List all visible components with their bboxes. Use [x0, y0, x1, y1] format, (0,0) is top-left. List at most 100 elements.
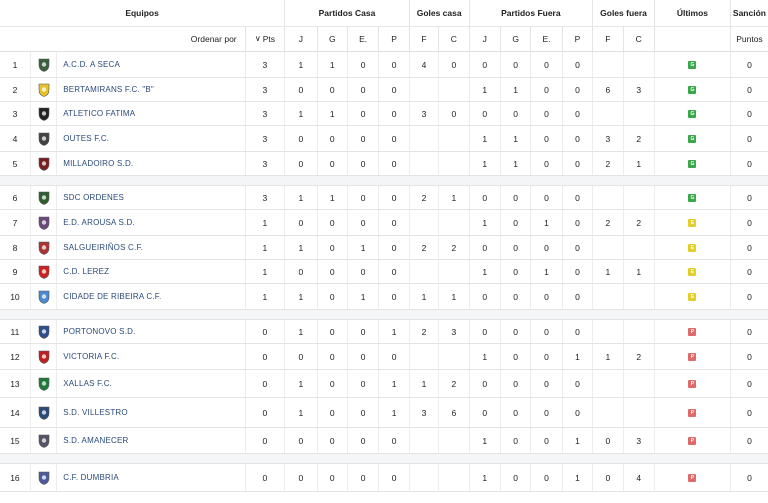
col-away-g[interactable]: G	[499, 26, 531, 52]
crest-cell[interactable]	[29, 427, 57, 454]
team-name-cell[interactable]: E.D. AROUSA S.D.	[56, 209, 246, 236]
crest-cell[interactable]	[29, 185, 57, 210]
col-away-p[interactable]: P	[561, 26, 593, 52]
sort-by-label: Ordenar por	[0, 26, 246, 52]
crest-cell[interactable]	[29, 101, 57, 126]
result-badge[interactable]: G	[688, 61, 697, 70]
col-puntos[interactable]: Puntos	[729, 26, 768, 52]
col-away-e[interactable]: E.	[530, 26, 563, 52]
crest-cell[interactable]	[29, 463, 57, 492]
crest-cell[interactable]	[29, 125, 57, 152]
team-name-link[interactable]: C.D. LEREZ	[63, 267, 109, 276]
team-name-cell[interactable]: MILLADOIRO S.D.	[56, 151, 246, 176]
result-badge[interactable]: P	[688, 409, 697, 418]
stat-hg: 1	[316, 101, 348, 126]
team-name-cell[interactable]: SALGUEIRIÑOS C.F.	[56, 235, 246, 260]
result-badge[interactable]: P	[688, 380, 697, 389]
crest-cell[interactable]	[29, 77, 57, 102]
result-badge[interactable]: E	[688, 293, 697, 302]
team-name-cell[interactable]: BERTAMIRANS F.C. "B"	[56, 77, 246, 102]
position-cell: 16	[0, 463, 31, 492]
sanction-cell: 0	[729, 259, 768, 284]
team-name-link[interactable]: ATLETICO FATIMA	[63, 109, 135, 118]
col-home-p[interactable]: P	[378, 26, 410, 52]
result-badge[interactable]: P	[688, 437, 697, 446]
team-name-link[interactable]: XALLAS F.C.	[63, 379, 112, 388]
table-row: 5 MILLADOIRO S.D. 3 0 0 0 0 1 1 0 0 2 1 G 0	[0, 151, 768, 176]
team-name-link[interactable]: OUTES F.C.	[63, 134, 109, 143]
team-name-cell[interactable]: S.D. VILLESTRO	[56, 397, 246, 428]
col-away-c[interactable]: C	[622, 26, 655, 52]
result-badge[interactable]: E	[688, 219, 697, 228]
team-name-cell[interactable]: VICTORIA F.C.	[56, 343, 246, 370]
stat-ac	[622, 101, 655, 126]
team-name-link[interactable]: VICTORIA F.C.	[63, 352, 119, 361]
stat-ae: 0	[530, 427, 563, 454]
team-name-link[interactable]: BERTAMIRANS F.C. "B"	[63, 85, 154, 94]
team-name-cell[interactable]: CIDADE DE RIBEIRA C.F.	[56, 283, 246, 310]
result-badge[interactable]: G	[688, 194, 697, 203]
team-crest-icon	[38, 265, 50, 279]
crest-cell[interactable]	[29, 319, 57, 344]
stat-pts: 0	[244, 369, 285, 398]
table-row: 12 VICTORIA F.C. 0 0 0 0 0 1 0 0 1 1 2 P 0	[0, 343, 768, 370]
col-home-c[interactable]: C	[438, 26, 470, 52]
team-name-link[interactable]: MILLADOIRO S.D.	[63, 159, 133, 168]
col-home-e[interactable]: E.	[346, 26, 379, 52]
crest-cell[interactable]	[29, 397, 57, 428]
position-cell: 1	[0, 51, 31, 78]
crest-cell[interactable]	[29, 235, 57, 260]
team-name-cell[interactable]: C.F. DUMBRIA	[56, 463, 246, 492]
result-badge[interactable]: G	[688, 110, 697, 119]
col-home-f[interactable]: F	[408, 26, 439, 52]
last-results-cell: E	[653, 235, 731, 260]
sort-pts-button[interactable]: ∨ Pts	[244, 26, 285, 52]
col-home-g[interactable]: G	[316, 26, 348, 52]
team-name-cell[interactable]: SDC ORDENES	[56, 185, 246, 210]
result-badge[interactable]: E	[688, 268, 697, 277]
col-home-j[interactable]: J	[284, 26, 318, 52]
team-name-cell[interactable]: S.D. AMANECER	[56, 427, 246, 454]
stat-aj: 1	[468, 77, 501, 102]
team-name-link[interactable]: PORTONOVO S.D.	[63, 327, 135, 336]
stat-hg: 0	[316, 77, 348, 102]
team-name-cell[interactable]: ATLETICO FATIMA	[56, 101, 246, 126]
team-name-link[interactable]: SALGUEIRIÑOS C.F.	[63, 243, 143, 252]
team-name-link[interactable]: E.D. AROUSA S.D.	[63, 218, 135, 227]
result-badge[interactable]: G	[688, 135, 697, 144]
crest-cell[interactable]	[29, 151, 57, 176]
team-name-link[interactable]: C.F. DUMBRIA	[63, 473, 119, 482]
stat-ap: 0	[561, 235, 593, 260]
team-name-cell[interactable]: OUTES F.C.	[56, 125, 246, 152]
team-name-link[interactable]: A.C.D. A SECA	[63, 60, 120, 69]
crest-cell[interactable]	[29, 343, 57, 370]
crest-cell[interactable]	[29, 51, 57, 78]
team-name-link[interactable]: CIDADE DE RIBEIRA C.F.	[63, 292, 161, 301]
stat-ag: 0	[499, 101, 531, 126]
col-away-f[interactable]: F	[592, 26, 624, 52]
crest-cell[interactable]	[29, 369, 57, 398]
crest-cell[interactable]	[29, 259, 57, 284]
position-cell: 15	[0, 427, 31, 454]
result-badge[interactable]: P	[688, 474, 697, 483]
stat-ap: 0	[561, 185, 593, 210]
team-name-link[interactable]: SDC ORDENES	[63, 193, 124, 202]
crest-cell[interactable]	[29, 209, 57, 236]
team-name-cell[interactable]: PORTONOVO S.D.	[56, 319, 246, 344]
stat-ac: 3	[622, 77, 655, 102]
sanction-cell: 0	[729, 319, 768, 344]
table-row: 2 BERTAMIRANS F.C. "B" 3 0 0 0 0 1 1 0 0 6 3 G 0	[0, 77, 768, 102]
team-name-link[interactable]: S.D. VILLESTRO	[63, 408, 128, 417]
result-badge[interactable]: E	[688, 244, 697, 253]
team-name-cell[interactable]: C.D. LEREZ	[56, 259, 246, 284]
result-badge[interactable]: P	[688, 353, 697, 362]
result-badge[interactable]: P	[688, 328, 697, 337]
team-name-cell[interactable]: A.C.D. A SECA	[56, 51, 246, 78]
crest-cell[interactable]	[29, 283, 57, 310]
col-away-j[interactable]: J	[468, 26, 501, 52]
team-name-cell[interactable]: XALLAS F.C.	[56, 369, 246, 398]
team-name-link[interactable]: S.D. AMANECER	[63, 436, 128, 445]
stat-hf: 2	[408, 319, 439, 344]
result-badge[interactable]: G	[688, 86, 697, 95]
result-badge[interactable]: G	[688, 160, 697, 169]
